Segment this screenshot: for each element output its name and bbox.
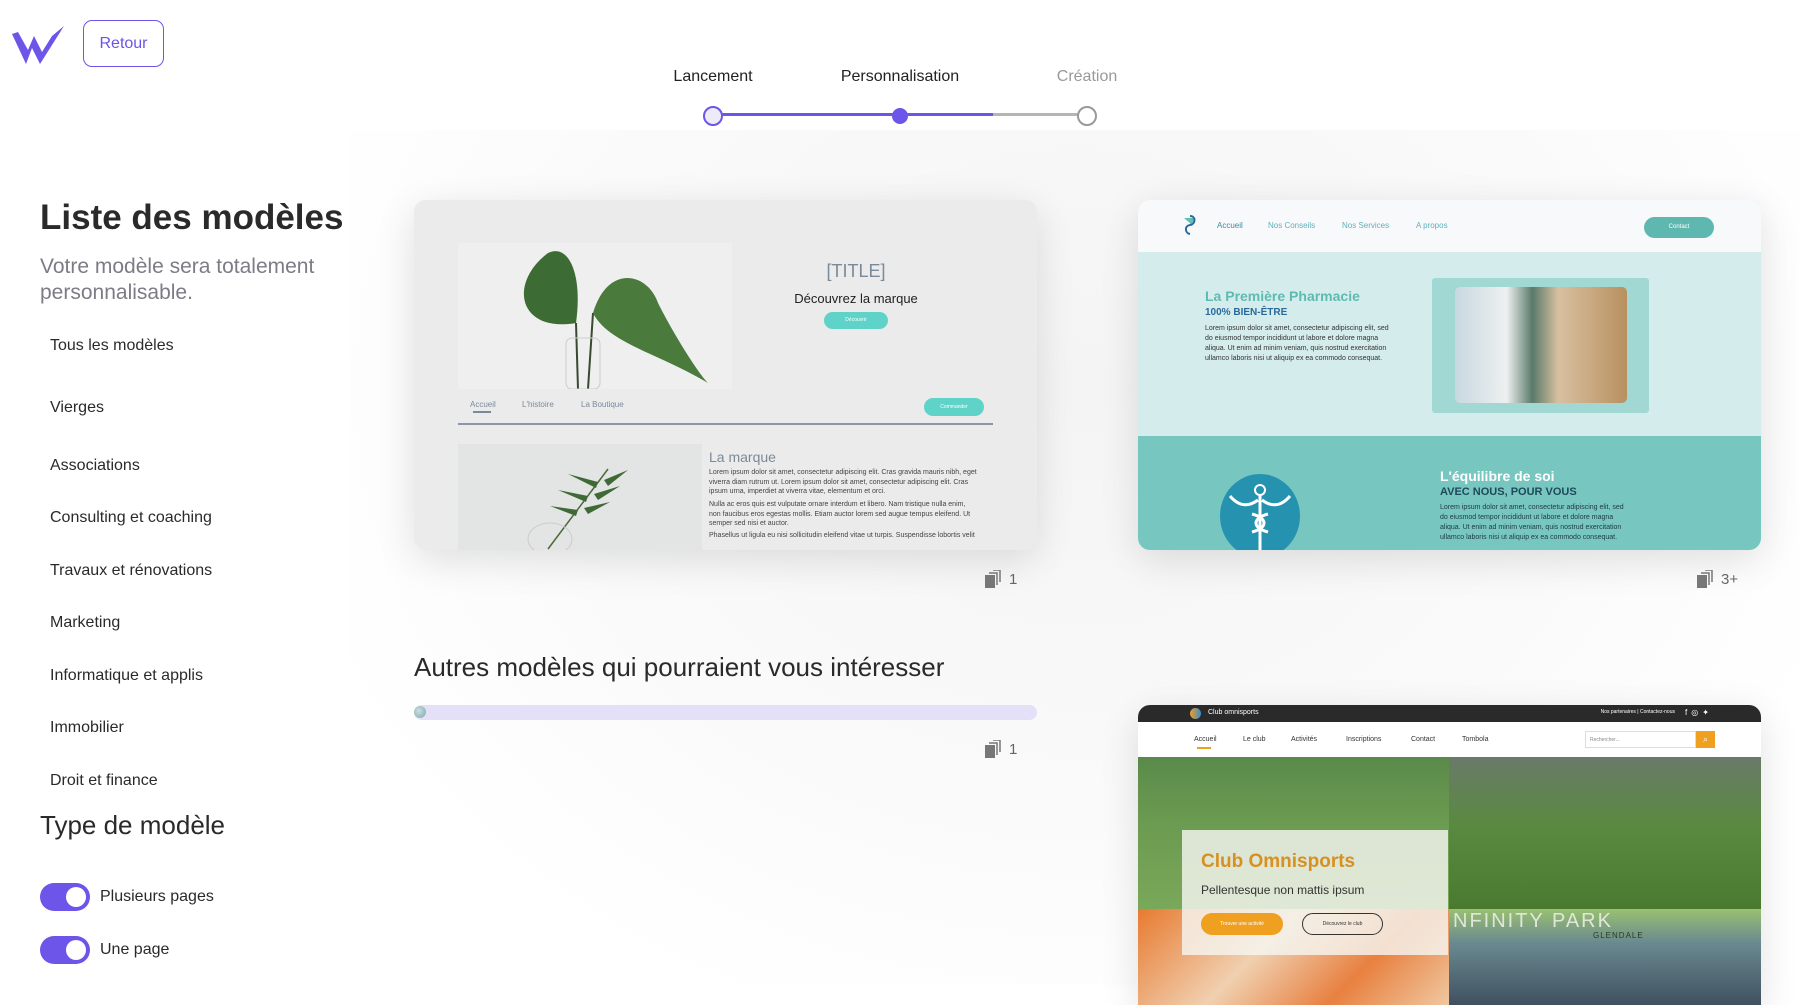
preview-nav: Le club [1243,736,1266,743]
category-vierges[interactable]: Vierges [50,399,104,417]
preview-sign: NFINITY PARK [1453,910,1613,932]
progress-line-todo [993,113,1087,116]
nav-line [458,423,993,425]
preview-contact: Contact [1644,217,1714,238]
pages-icon [1697,570,1713,588]
step-lancement: Lancement [673,68,753,85]
toggle-label: Une page [100,941,170,958]
page-count: 3+ [1697,570,1738,588]
step-dot-active [892,108,908,124]
preview-nav: Inscriptions [1346,736,1382,743]
category-travaux[interactable]: Travaux et rénovations [50,562,212,580]
preview-paragraph: Nulla ac eros quis est vulputate ornare … [709,501,971,527]
broken-image-template[interactable] [414,705,1037,720]
page-count-value: 1 [1009,570,1018,588]
preview-title: La Première Pharmacie [1205,288,1360,304]
page-subtitle: Votre modèle sera totalement personnalis… [40,255,315,304]
caduceus-icon [1220,474,1300,550]
toggle-label: Plusieurs pages [100,888,214,905]
preview-nav: Accueil [1194,736,1217,743]
club-logo-icon [1190,708,1201,719]
category-consulting[interactable]: Consulting et coaching [50,509,212,527]
preview-search: Rechercher... [1585,731,1696,748]
type-title: Type de modèle [40,810,226,840]
preview-nav: A propos [1416,221,1448,230]
preview-nav: Accueil [470,400,496,409]
logo[interactable] [12,26,64,64]
social-icons: f◎✦ [1685,708,1713,717]
preview-nav: Nos Services [1342,221,1390,230]
retour-button[interactable]: Retour [83,20,164,67]
fern-image [458,444,702,550]
page-count-value: 1 [1009,740,1018,758]
preview-paragraph: Lorem ipsum dolor sit amet, consectetur … [709,469,977,495]
page-title: Liste des modèles [40,198,344,237]
category-marketing[interactable]: Marketing [50,614,120,632]
pages-icon [985,570,1001,588]
category-immobilier[interactable]: Immobilier [50,719,124,737]
preview-order: Commander [924,398,984,416]
preview-nav: Accueil [1217,221,1243,230]
pages-icon [985,740,1001,758]
preview-title-2: L'équilibre de soi [1440,468,1555,484]
preview-paragraph: Lorem ipsum dolor sit amet, consectetur … [1205,325,1389,362]
preview-title: [TITLE] [826,261,886,281]
broken-image-icon [414,706,426,718]
preview-nav: Activités [1291,736,1318,743]
template-card-pharmacie[interactable]: Accueil Nos Conseils Nos Services A prop… [1138,200,1761,550]
nav-underline [473,411,491,413]
page-count: 1 [985,740,1017,758]
preview-nav: Contact [1411,736,1436,743]
step-personnalisation: Personnalisation [840,68,960,85]
preview-sign-2: GLENDALE [1593,931,1644,940]
preview-cta: Découvrir [824,312,888,329]
preview-paragraph-2: Lorem ipsum dolor sit amet, consectetur … [1440,504,1624,541]
preview-brand: Club omnisports [1208,709,1259,716]
step-creation: Création [1056,68,1118,85]
step-dot-done [703,106,723,126]
toggle-une-page[interactable] [40,936,90,964]
preview-nav: Tombola [1462,736,1489,743]
preview-nav: L'histoire [522,400,554,409]
pharmacy-logo-icon [1182,214,1198,236]
category-tous[interactable]: Tous les modèles [50,337,174,355]
preview-nav: Nos Conseils [1268,221,1316,230]
toggle-plusieurs-pages[interactable] [40,883,90,911]
pharmacy-photo [1455,287,1627,403]
preview-subtitle: Pellentesque non mattis ipsum [1201,883,1365,897]
page-count-value: 3+ [1721,570,1739,588]
preview-paragraph: Phasellus ut ligula eu nisi sollicitudin… [709,532,975,539]
progress-line-done [713,113,993,116]
preview-btn-2: Découvrez le club [1302,913,1383,935]
plant-image [458,243,732,390]
others-title: Autres modèles qui pourraient vous intér… [414,652,945,682]
photo-football [1449,757,1761,909]
preview-btn-1: Trouver une activité [1201,913,1283,935]
preview-top-links: Nos partenaires | Contactez-nous [1600,709,1675,715]
category-associations[interactable]: Associations [50,457,140,475]
category-informatique[interactable]: Informatique et applis [50,667,203,685]
template-card-club[interactable]: Club omnisports Nos partenaires | Contac… [1138,705,1761,1005]
preview-subtitle: Découvrez la marque [794,291,918,306]
page-count: 1 [985,570,1017,588]
preview-nav: La Boutique [581,400,624,409]
preview-tagline: 100% BIEN-ÊTRE [1205,307,1288,318]
step-dot-todo [1077,106,1097,126]
preview-title: Club Omnisports [1201,851,1356,872]
nav-underline [1197,747,1211,749]
search-icon: ⌕ [1696,731,1715,748]
template-card-marque[interactable]: [TITLE] Découvrez la marque Découvrir Ac… [414,200,1037,550]
category-droit[interactable]: Droit et finance [50,772,158,790]
preview-tagline-2: AVEC NOUS, POUR VOUS [1440,486,1577,498]
preview-section-title: La marque [709,449,776,465]
